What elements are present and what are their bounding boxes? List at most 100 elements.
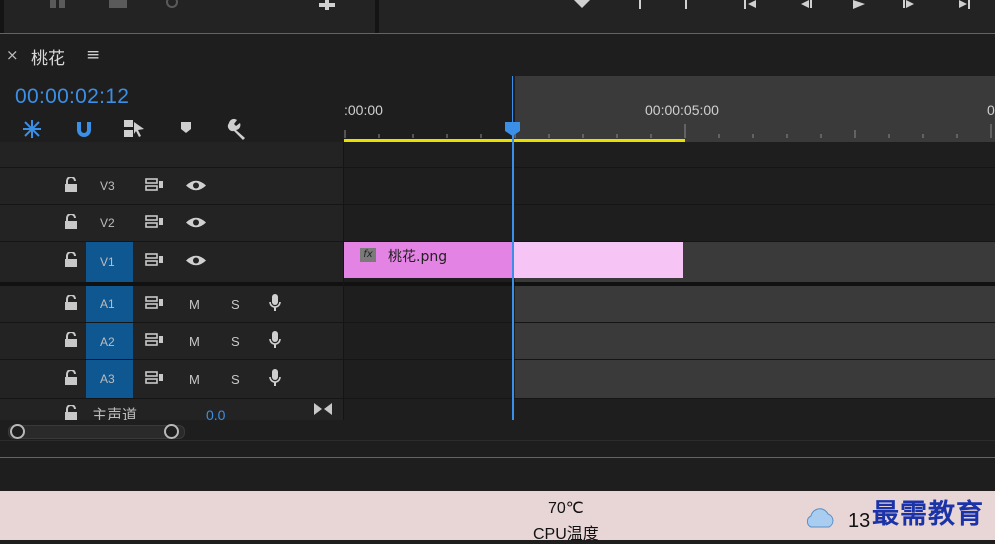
- divider: [0, 167, 995, 168]
- lock-icon[interactable]: [64, 295, 78, 311]
- timeline-lane-v3[interactable]: [344, 168, 995, 204]
- timeline-lane-a3-out[interactable]: [515, 360, 995, 398]
- timeline-lane-master[interactable]: [344, 399, 995, 420]
- control-icon[interactable]: [48, 0, 68, 12]
- track-header-v3[interactable]: [0, 168, 343, 204]
- track-header-a2[interactable]: [0, 323, 343, 359]
- header-divider: [343, 142, 344, 420]
- go-to-out-icon[interactable]: [955, 0, 975, 12]
- mic-icon[interactable]: [268, 293, 282, 313]
- ruler-label-end: 0: [987, 102, 995, 118]
- mute-button-a3[interactable]: M: [189, 372, 200, 387]
- fx-badge[interactable]: fx: [360, 248, 376, 262]
- track-label-a3: A3: [100, 372, 115, 386]
- timeline-lane-spacer: [344, 142, 995, 167]
- mute-button-a2[interactable]: M: [189, 334, 200, 349]
- track-header-spacer: [0, 142, 343, 167]
- linked-selection-icon[interactable]: [122, 117, 146, 141]
- snap-icon[interactable]: [20, 117, 44, 141]
- playhead-line-ruler: [512, 76, 513, 126]
- wrench-icon[interactable]: [225, 117, 249, 141]
- divider: [0, 0, 4, 33]
- scroll-handle-right[interactable]: [164, 424, 179, 439]
- playhead-line[interactable]: [512, 130, 514, 420]
- zoom-scrollbar[interactable]: [8, 425, 185, 439]
- watermark-text: 最需教育: [872, 499, 984, 530]
- lower-panel: [0, 458, 995, 491]
- lock-icon[interactable]: [64, 332, 78, 348]
- track-header-v2[interactable]: [0, 205, 343, 241]
- marker-icon[interactable]: [176, 117, 200, 141]
- solo-button-a1[interactable]: S: [231, 297, 240, 312]
- track-label-a2: A2: [100, 335, 115, 349]
- lock-icon[interactable]: [64, 405, 78, 420]
- sync-icon[interactable]: [145, 178, 165, 192]
- track-label-v3: V3: [100, 179, 115, 193]
- clip-name: 桃花.png: [388, 249, 448, 265]
- track-header-v1[interactable]: [0, 242, 343, 282]
- track-label-v1: V1: [100, 255, 115, 269]
- divider: [0, 322, 995, 323]
- playhead-timecode[interactable]: 00:00:02:12: [15, 85, 129, 109]
- divider: [0, 204, 995, 205]
- jump-to-end-icon[interactable]: [313, 402, 333, 416]
- panel-menu-icon[interactable]: ≡: [86, 45, 100, 65]
- track-header-a1[interactable]: [0, 286, 343, 322]
- ruler-label-5s: 00:00:05:00: [645, 102, 719, 118]
- mark-out-icon[interactable]: [676, 0, 696, 12]
- lock-icon[interactable]: [64, 214, 78, 230]
- sync-icon[interactable]: [145, 253, 165, 267]
- timeline-lane-a2-out[interactable]: [515, 323, 995, 359]
- sync-icon[interactable]: [145, 215, 165, 229]
- video-audio-divider[interactable]: [0, 282, 995, 286]
- eye-icon[interactable]: [185, 216, 207, 229]
- track-label-v2: V2: [100, 216, 115, 230]
- ruler-label-start: :00:00: [344, 102, 383, 118]
- sync-icon[interactable]: [145, 371, 165, 385]
- windows-taskbar: [0, 491, 995, 540]
- mic-icon[interactable]: [268, 368, 282, 388]
- add-button-icon[interactable]: [317, 0, 337, 12]
- sync-icon[interactable]: [145, 296, 165, 310]
- close-tab-button[interactable]: ×: [6, 46, 19, 64]
- track-header-a3[interactable]: [0, 360, 343, 398]
- timeline-lane-a1-out[interactable]: [515, 286, 995, 322]
- solo-button-a2[interactable]: S: [231, 334, 240, 349]
- mark-in-icon[interactable]: [630, 0, 650, 12]
- divider: [0, 440, 995, 441]
- lock-icon[interactable]: [64, 252, 78, 268]
- scroll-handle-left[interactable]: [10, 424, 25, 439]
- go-to-in-icon[interactable]: [740, 0, 760, 12]
- program-monitor-controls: [0, 0, 995, 33]
- ruler-ticks: [344, 124, 992, 138]
- lock-icon[interactable]: [64, 177, 78, 193]
- divider: [0, 398, 995, 399]
- cpu-temperature-label: CPU温度: [533, 526, 599, 543]
- playhead-handle-icon[interactable]: [504, 122, 521, 136]
- timeline-lane-v2[interactable]: [344, 205, 995, 241]
- mute-button-a1[interactable]: M: [189, 297, 200, 312]
- timeline-panel-header: [0, 34, 995, 74]
- magnet-icon[interactable]: [72, 117, 96, 141]
- eye-icon[interactable]: [185, 254, 207, 267]
- step-back-icon[interactable]: [795, 0, 815, 12]
- mic-icon[interactable]: [268, 330, 282, 350]
- step-forward-icon[interactable]: [900, 0, 920, 12]
- track-header-master[interactable]: [0, 399, 343, 420]
- settings-icon[interactable]: [162, 0, 182, 12]
- marker-add-icon[interactable]: [572, 0, 592, 12]
- eye-icon[interactable]: [185, 179, 207, 192]
- divider: [375, 0, 379, 33]
- lock-icon[interactable]: [64, 370, 78, 386]
- sequence-tab-title[interactable]: 桃花: [31, 44, 65, 69]
- weather-temperature[interactable]: 13: [848, 510, 870, 533]
- divider: [0, 359, 995, 360]
- clip-segment[interactable]: [513, 242, 683, 278]
- solo-button-a3[interactable]: S: [231, 372, 240, 387]
- cloud-icon[interactable]: [803, 505, 837, 529]
- track-label-a1: A1: [100, 297, 115, 311]
- sync-icon[interactable]: [145, 333, 165, 347]
- play-icon[interactable]: [848, 0, 868, 12]
- camera-icon[interactable]: [108, 0, 128, 12]
- cpu-temperature-value: 70℃: [548, 500, 584, 517]
